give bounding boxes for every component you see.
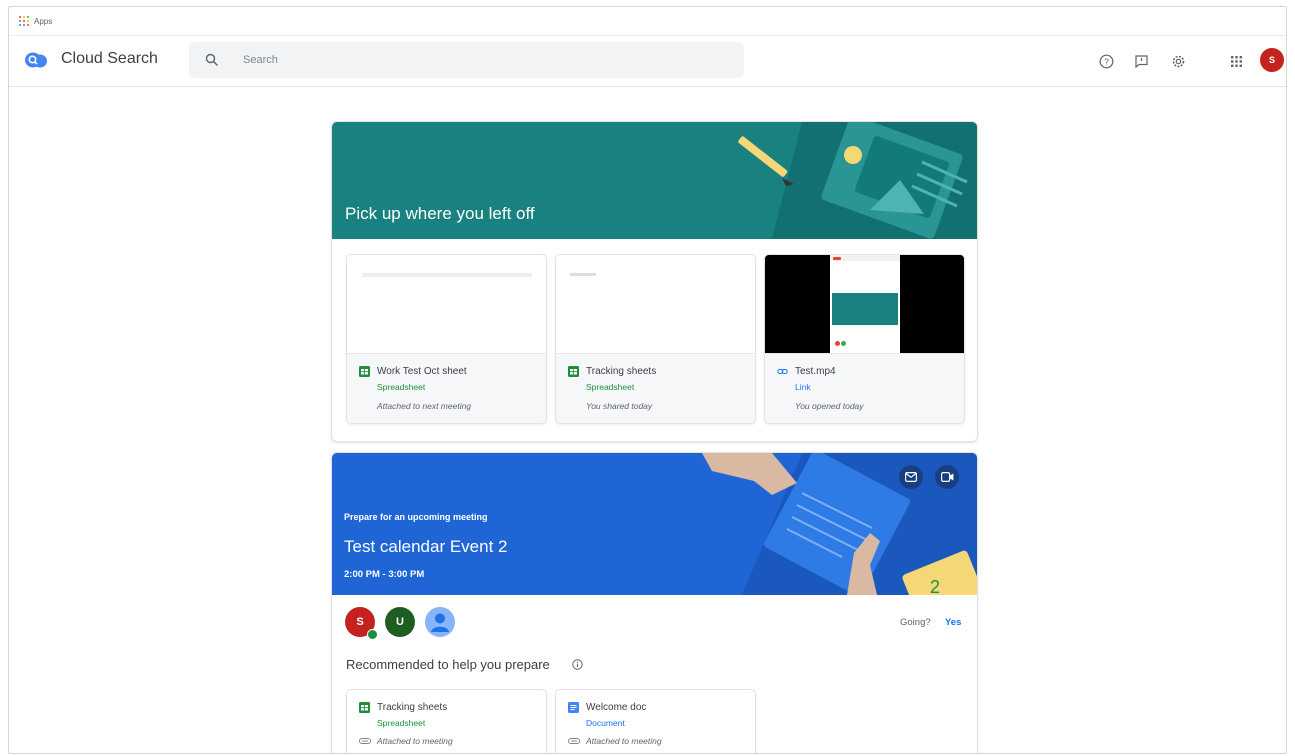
file-activity: Attached to meeting (377, 736, 453, 746)
sheets-icon (359, 366, 370, 377)
attachment-icon (359, 738, 371, 744)
apps-bookmark-label[interactable]: Apps (34, 17, 52, 26)
file-type: Spreadsheet (377, 382, 426, 392)
file-name[interactable]: Tracking sheets (586, 366, 656, 377)
feedback-icon[interactable] (1132, 52, 1150, 70)
sheets-icon (359, 702, 370, 713)
file-thumbnail (347, 255, 546, 354)
meeting-eyebrow: Prepare for an upcoming meeting (344, 512, 488, 522)
file-type: Document (586, 718, 625, 728)
recommended-title: Recommended to help you prepare (346, 657, 550, 672)
video-thumbnail (765, 255, 964, 354)
file-name[interactable]: Work Test Oct sheet (377, 366, 467, 377)
link-icon (777, 369, 788, 374)
recommended-files: Tracking sheets Spreadsheet Attached to … (346, 689, 756, 753)
docs-icon (568, 702, 579, 713)
recommended-file-card[interactable]: Tracking sheets Spreadsheet Attached to … (346, 689, 547, 753)
pickup-illustration-icon (738, 122, 977, 239)
sheets-icon (568, 366, 579, 377)
app-title[interactable]: Cloud Search (61, 50, 158, 68)
account-avatar[interactable]: S (1260, 48, 1284, 72)
browser-window: Apps Cloud Search Search ? S Pick up whe… (8, 6, 1287, 754)
file-activity: You opened today (795, 401, 864, 411)
file-type: Spreadsheet (377, 718, 426, 728)
bookmarks-bar: Apps (9, 7, 1286, 36)
search-input[interactable]: Search (243, 54, 278, 66)
attendee-avatar[interactable]: U (385, 607, 415, 637)
file-card[interactable]: Tracking sheets Spreadsheet You shared t… (555, 254, 756, 424)
apps-grid-icon[interactable] (19, 16, 29, 26)
settings-gear-icon[interactable] (1169, 52, 1187, 70)
join-video-button[interactable] (935, 465, 959, 489)
pickup-card: Pick up where you left off Work Test Oct… (331, 121, 978, 442)
svg-text:?: ? (1104, 56, 1109, 66)
file-name[interactable]: Welcome doc (586, 702, 646, 713)
file-thumbnail (556, 255, 755, 354)
attachment-icon (568, 738, 580, 744)
svg-text:2: 2 (930, 577, 940, 595)
file-name[interactable]: Test.mp4 (795, 366, 836, 377)
meeting-title[interactable]: Test calendar Event 2 (344, 537, 507, 557)
meeting-banner: 2 Prepare for an upcoming meeting Test c… (332, 453, 977, 595)
accepted-check-icon (367, 629, 378, 640)
pickup-banner: Pick up where you left off (332, 122, 977, 239)
app-header: Cloud Search Search ? S (9, 36, 1286, 87)
person-icon (431, 613, 449, 632)
file-activity: You shared today (586, 401, 653, 411)
file-type: Spreadsheet (586, 382, 635, 392)
rsvp-label: Going? (900, 617, 931, 628)
google-apps-icon[interactable] (1227, 52, 1245, 70)
pickup-title: Pick up where you left off (345, 204, 535, 223)
search-bar[interactable]: Search (189, 42, 744, 78)
recommended-file-card[interactable]: Welcome doc Document Attached to meeting (555, 689, 756, 753)
meeting-time: 2:00 PM - 3:00 PM (344, 569, 425, 580)
meeting-card: 2 Prepare for an upcoming meeting Test c… (331, 452, 978, 753)
help-icon[interactable]: ? (1097, 52, 1115, 70)
email-attendees-button[interactable] (899, 465, 923, 489)
rsvp-yes-button[interactable]: Yes (945, 617, 961, 628)
file-name[interactable]: Tracking sheets (377, 702, 447, 713)
mail-icon (905, 472, 917, 482)
pickup-files: Work Test Oct sheet Spreadsheet Attached… (346, 254, 965, 424)
file-activity: Attached to meeting (586, 736, 662, 746)
file-activity: Attached to next meeting (377, 401, 472, 411)
file-type: Link (795, 382, 811, 392)
video-camera-icon (940, 472, 953, 482)
search-icon[interactable] (205, 53, 219, 67)
file-card[interactable]: Test.mp4 Link You opened today (764, 254, 965, 424)
file-card[interactable]: Work Test Oct sheet Spreadsheet Attached… (346, 254, 547, 424)
attendee-avatar[interactable] (425, 607, 455, 637)
cloud-search-logo-icon[interactable] (25, 51, 47, 68)
info-icon[interactable] (572, 659, 583, 670)
